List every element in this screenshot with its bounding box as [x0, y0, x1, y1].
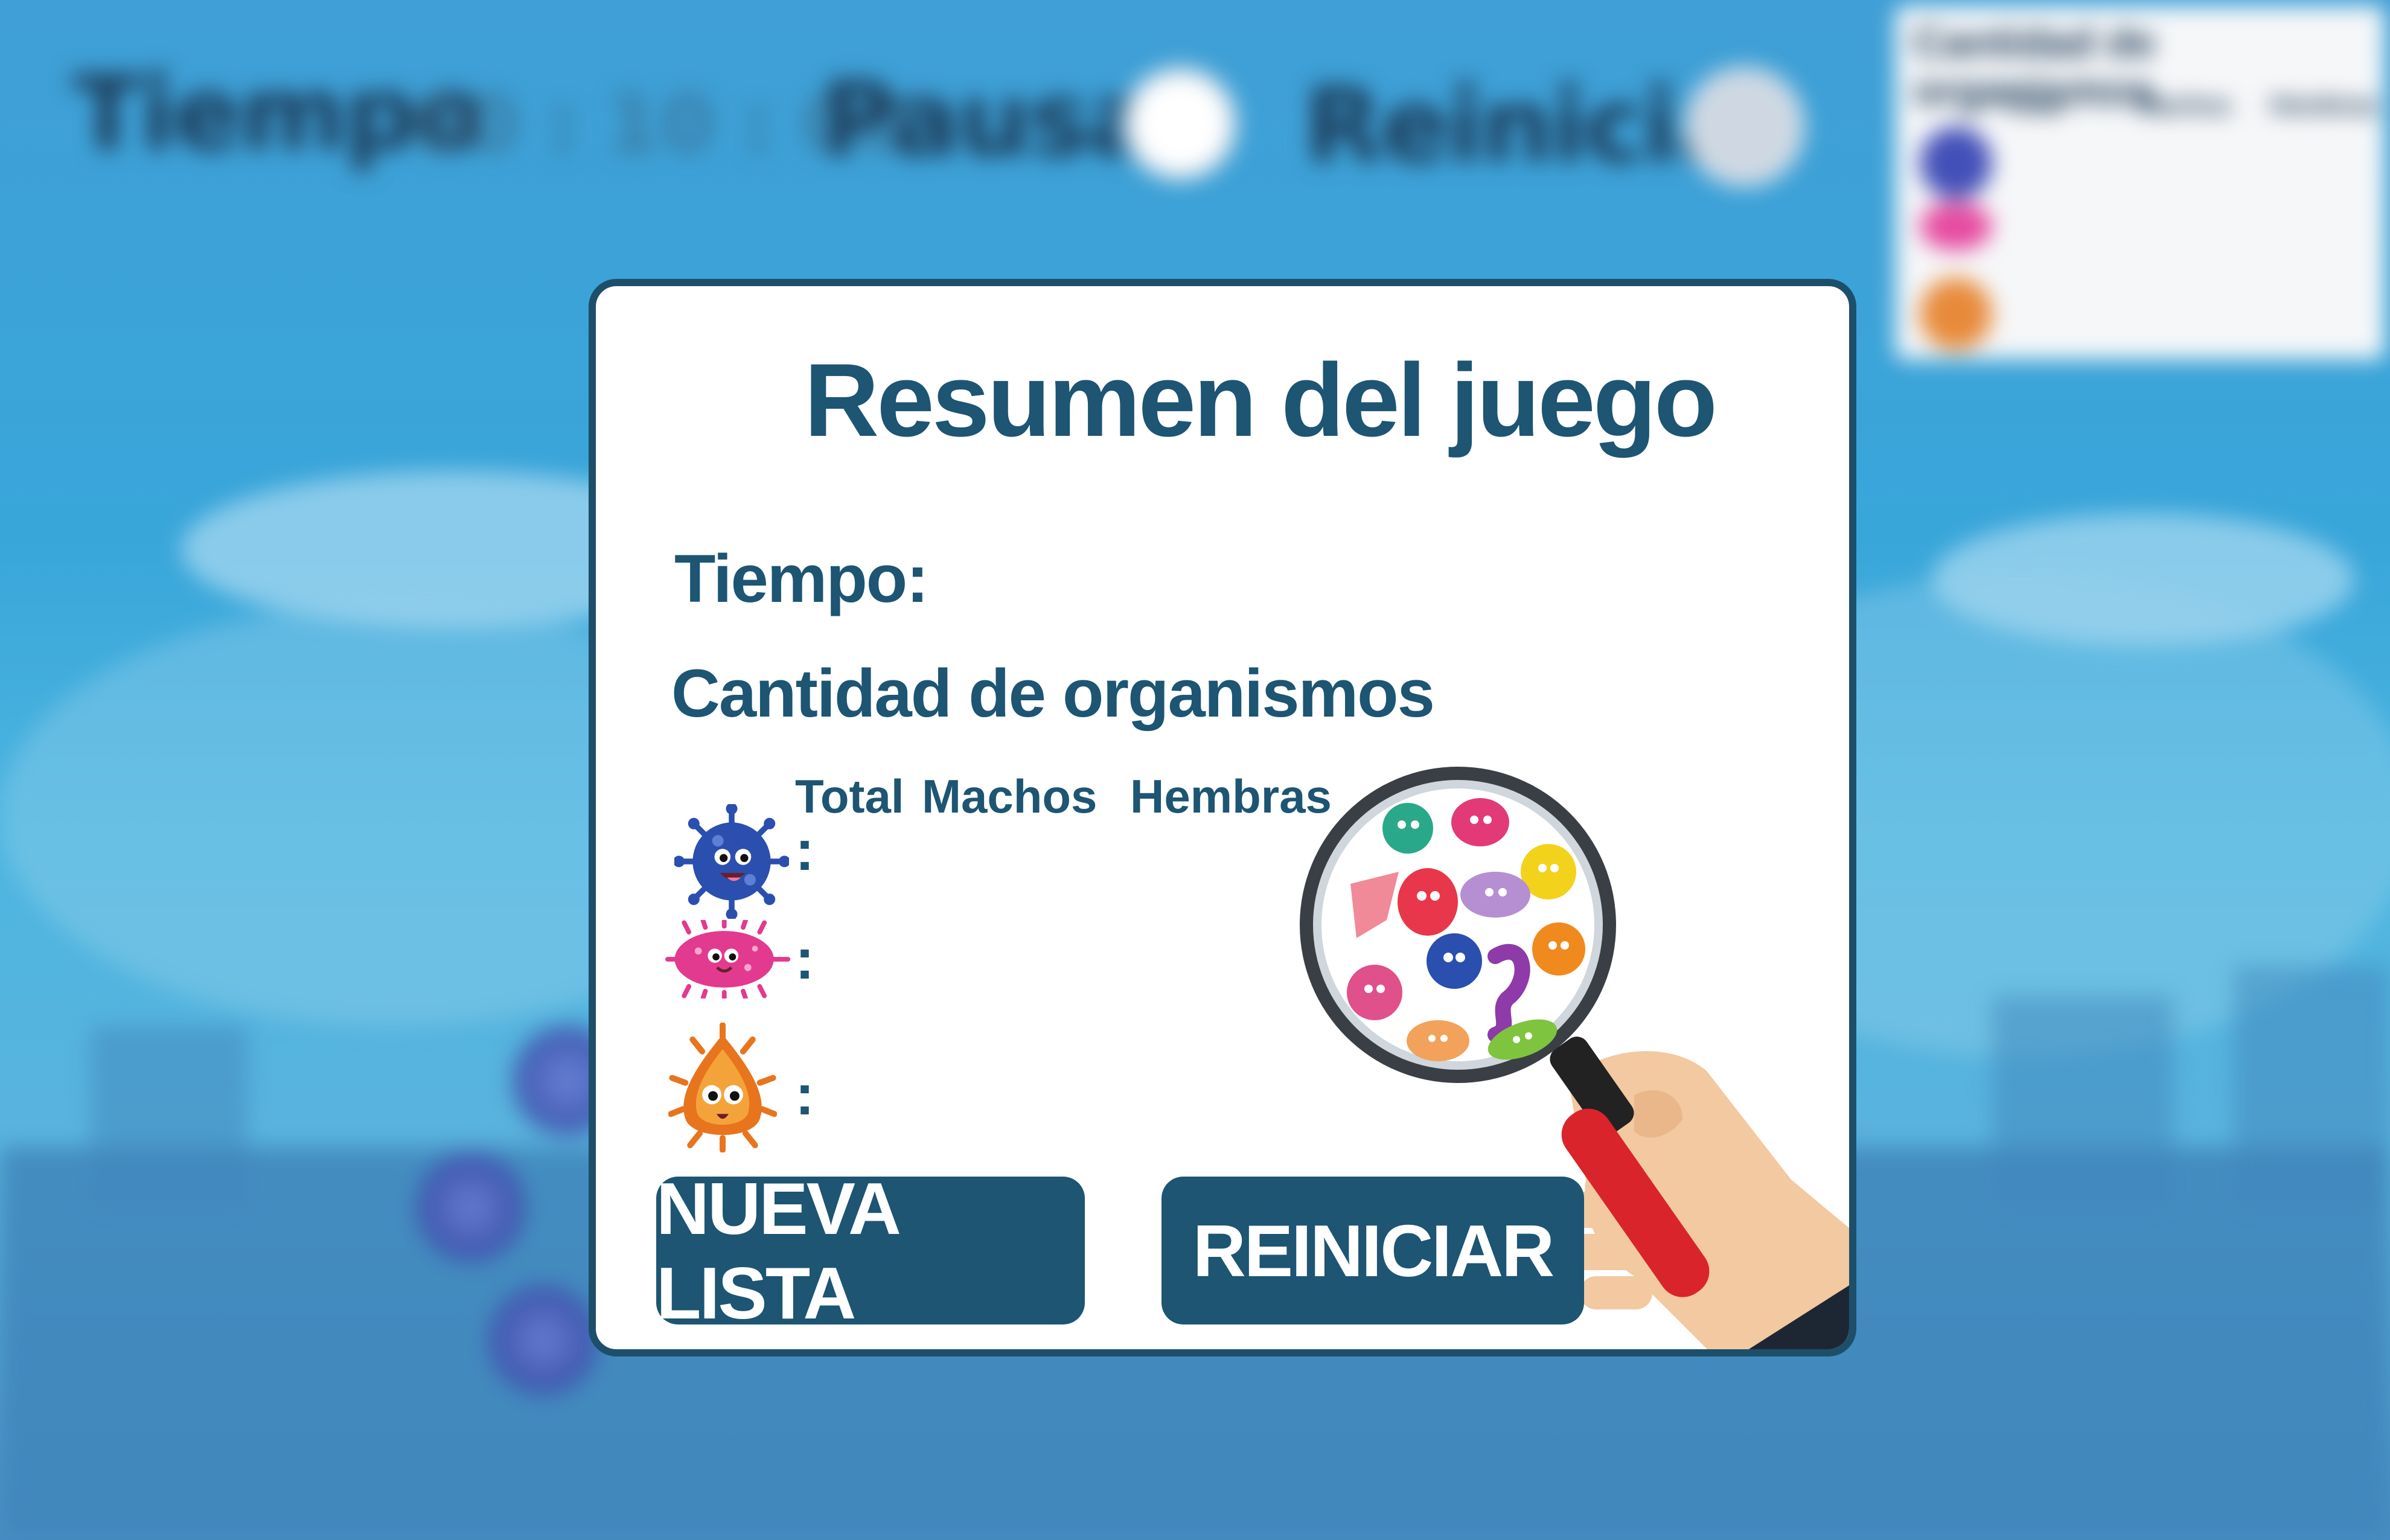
row-blue-virus-separator: :	[795, 818, 814, 883]
building	[91, 1026, 248, 1207]
orange-germ-icon	[668, 1023, 777, 1152]
building	[1992, 996, 2173, 1207]
game-screen: Tiempo 00 : 10 : 00 Pausar Reiniciar Can…	[0, 0, 2390, 1540]
row-pink-bacteria-separator: :	[795, 927, 814, 991]
organism-count-panel: Cantidad de organismos Total Machos Hemb…	[1896, 6, 2385, 359]
pink-bacteria-icon	[665, 920, 791, 998]
row-orange-germ-separator: :	[795, 1062, 814, 1127]
time-label: Tiempo:	[674, 541, 929, 616]
building	[2234, 966, 2390, 1207]
column-males: Machos	[922, 770, 1098, 823]
pink-bacteria-icon	[1920, 202, 1992, 251]
new-list-button[interactable]: NUEVA LISTA	[656, 1168, 1085, 1334]
blue-virus-icon	[489, 1286, 598, 1395]
mini-col-males: Machos	[2137, 91, 2232, 119]
restart-icon	[1684, 66, 1805, 187]
game-summary-dialog: Resumen del juego Tiempo: Cantidad de or…	[589, 279, 1856, 1356]
blue-virus-icon	[1920, 127, 1992, 199]
blue-virus-icon	[674, 804, 789, 919]
column-total: Total	[795, 770, 904, 823]
organism-count-heading: Cantidad de organismos	[671, 656, 1435, 731]
restart-button[interactable]: REINICIAR	[1161, 1177, 1584, 1324]
mini-col-females: Hembras	[2270, 91, 2379, 119]
blue-virus-icon	[417, 1153, 525, 1262]
mini-col-total: Total	[2004, 91, 2063, 119]
orange-germ-icon	[1920, 278, 1992, 350]
dialog-title: Resumen del juego	[804, 342, 1717, 458]
pause-icon	[1123, 66, 1238, 181]
